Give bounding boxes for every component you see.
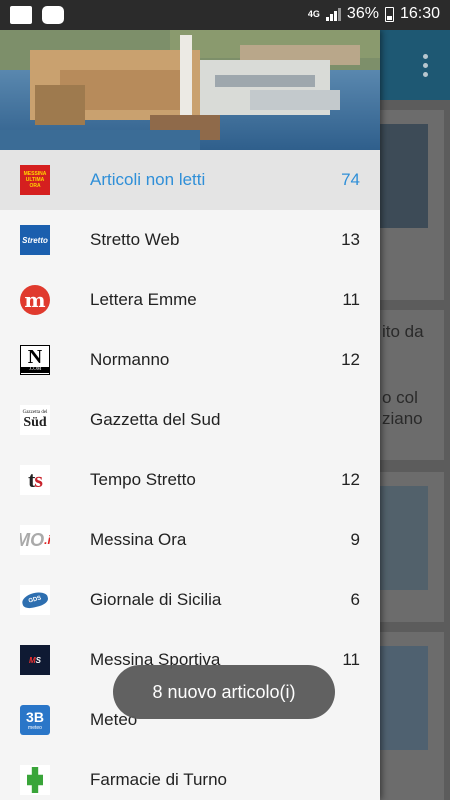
feed-item-normanno[interactable]: N .COM Normanno 12 — [0, 330, 380, 390]
status-bar: 4G 36% 16:30 — [0, 0, 450, 30]
article-text-fragment: ziano — [382, 409, 423, 428]
drawer-header-image — [0, 30, 380, 150]
unread-count: 74 — [341, 170, 360, 189]
unread-count: 12 — [341, 350, 360, 369]
feed-label: Tempo Stretto — [90, 470, 196, 489]
giornale-di-sicilia-icon: GDS — [20, 585, 50, 615]
feed-label: Normanno — [90, 350, 170, 369]
clock: 16:30 — [399, 5, 440, 22]
notification-icons — [10, 6, 64, 24]
unread-count: 11 — [342, 290, 360, 309]
network-type-icon: 4G — [307, 8, 320, 19]
feed-item-unread[interactable]: MESSINA ULTIMA ORA Articoli non letti 74 — [0, 150, 380, 210]
article-thumbnail — [380, 646, 428, 750]
feed-item-gazzetta-del-sud[interactable]: Gazzetta del Süd Gazzetta del Sud — [0, 390, 380, 450]
new-articles-toast: 8 nuovo articolo(i) — [113, 665, 335, 719]
feed-label: Gazzetta del Sud — [90, 410, 221, 429]
battery-icon — [384, 6, 394, 22]
feed-item-farmacie-di-turno[interactable]: Farmacie di Turno — [0, 750, 380, 800]
normanno-icon: N .COM — [20, 345, 50, 375]
feed-label: Giornale di Sicilia — [90, 590, 222, 609]
battery-percent: 36% — [346, 5, 379, 22]
feed-item-tempo-stretto[interactable]: ts Tempo Stretto 12 — [0, 450, 380, 510]
article-text-fragment: o col — [382, 388, 418, 407]
feed-label: Articoli non letti — [90, 170, 206, 189]
notification-icon — [10, 6, 32, 24]
stretto-web-icon: Stretto — [20, 225, 50, 255]
overflow-menu-icon[interactable] — [423, 54, 428, 77]
messina-ora-icon: MO.it — [20, 525, 50, 555]
messina-sportiva-icon: MS — [20, 645, 50, 675]
feed-item-messina-ora[interactable]: MO.it Messina Ora 9 — [0, 510, 380, 570]
lettera-emme-icon: m — [20, 285, 50, 315]
notification-icon — [42, 6, 64, 24]
unread-count: 12 — [341, 470, 360, 489]
unread-count: 13 — [341, 230, 360, 249]
feed-label: Farmacie di Turno — [90, 770, 227, 789]
article-card[interactable] — [380, 472, 444, 622]
unread-count: 11 — [342, 650, 360, 669]
feed-label: Lettera Emme — [90, 290, 197, 309]
article-card[interactable] — [380, 632, 444, 800]
system-indicators: 4G 36% 16:30 — [308, 5, 440, 23]
tempo-stretto-icon: ts — [20, 465, 50, 495]
feed-item-stretto-web[interactable]: Stretto Stretto Web 13 — [0, 210, 380, 270]
unread-count: 9 — [350, 530, 360, 549]
article-thumbnail — [380, 486, 428, 590]
harbor-photo — [0, 30, 380, 150]
article-card[interactable] — [380, 110, 444, 300]
gazzetta-del-sud-icon: Gazzetta del Süd — [20, 405, 50, 435]
feed-label: Stretto Web — [90, 230, 180, 249]
signal-icon — [325, 7, 341, 21]
feed-item-giornale-di-sicilia[interactable]: GDS Giornale di Sicilia 6 — [0, 570, 380, 630]
unread-articles-icon: MESSINA ULTIMA ORA — [20, 165, 50, 195]
feed-label: Messina Ora — [90, 530, 187, 549]
feed-item-lettera-emme[interactable]: m Lettera Emme 11 — [0, 270, 380, 330]
article-thumbnail — [380, 124, 428, 228]
article-title-fragment: ito da — [382, 322, 424, 341]
meteo-icon: 3B meteo — [20, 705, 50, 735]
farmacie-icon — [20, 765, 50, 795]
unread-count: 6 — [350, 590, 360, 609]
